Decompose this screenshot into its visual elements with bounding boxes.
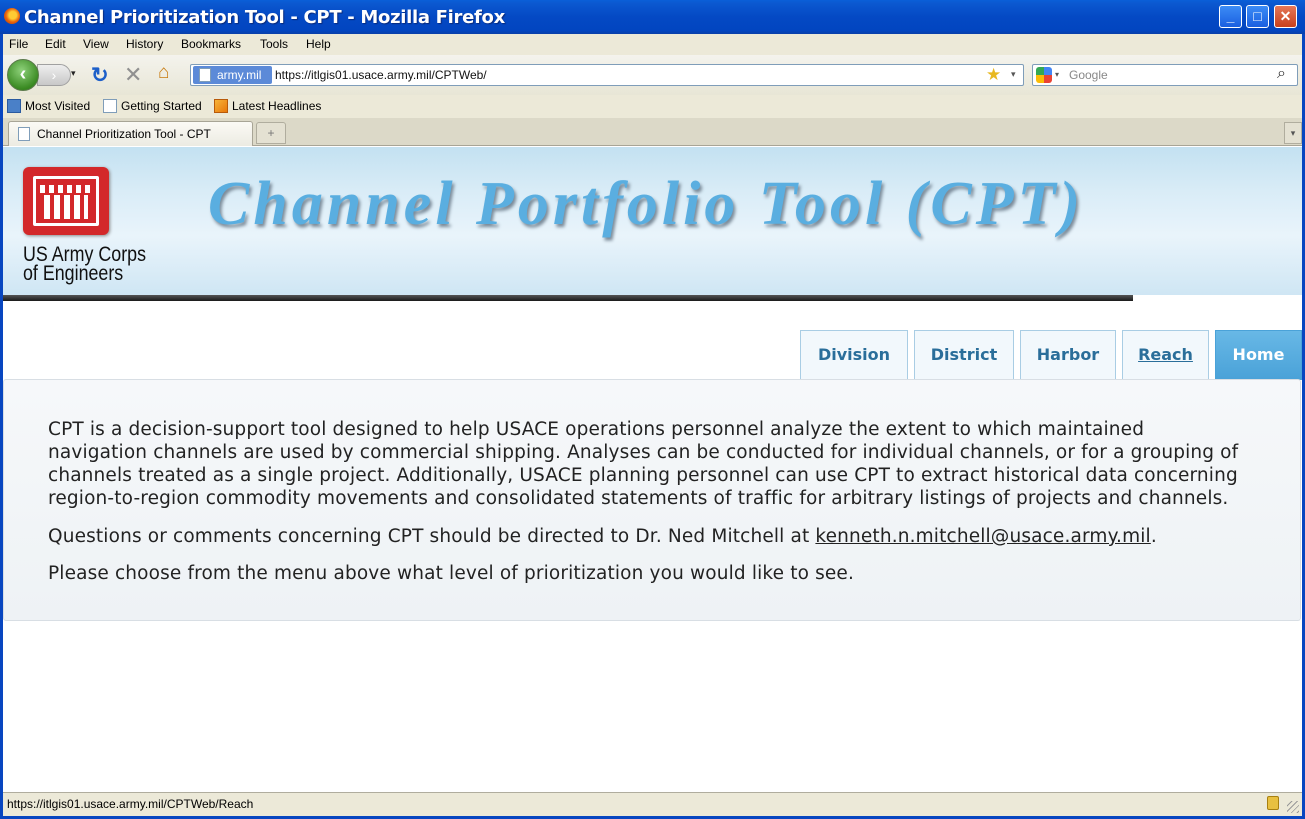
nav-home[interactable]: Home bbox=[1215, 330, 1302, 380]
banner-divider bbox=[3, 295, 1133, 301]
intro-panel: CPT is a decision-support tool designed … bbox=[3, 379, 1301, 621]
search-icon[interactable]: ⌕ bbox=[1277, 65, 1286, 83]
search-placeholder[interactable]: Google bbox=[1069, 68, 1108, 82]
banner-title: Channel Portfolio Tool (CPT) bbox=[208, 170, 1085, 238]
menu-history[interactable]: History bbox=[126, 37, 163, 51]
window-titlebar[interactable]: Channel Prioritization Tool - CPT - Mozi… bbox=[0, 0, 1305, 34]
engine-dropdown-icon[interactable]: ▾ bbox=[1055, 70, 1059, 79]
site-nav: Division District Harbor Reach Home bbox=[3, 330, 1302, 380]
contact-email-link[interactable]: kenneth.n.mitchell@usace.army.mil bbox=[815, 526, 1150, 547]
forward-button[interactable]: › bbox=[37, 64, 71, 86]
nav-harbor[interactable]: Harbor bbox=[1020, 330, 1116, 380]
history-dropdown-icon[interactable]: ▾ bbox=[71, 68, 76, 79]
most-visited-icon bbox=[7, 99, 21, 113]
tab-active[interactable]: Channel Prioritization Tool - CPT bbox=[8, 121, 253, 146]
google-icon[interactable] bbox=[1036, 67, 1052, 83]
page-content: US Army Corps of Engineers Channel Portf… bbox=[3, 147, 1302, 792]
menu-tools[interactable]: Tools bbox=[260, 37, 288, 51]
nav-district[interactable]: District bbox=[914, 330, 1014, 380]
list-all-tabs-button[interactable]: ▾ bbox=[1284, 122, 1302, 144]
nav-division[interactable]: Division bbox=[800, 330, 908, 380]
maximize-button[interactable]: □ bbox=[1246, 5, 1269, 28]
site-banner: US Army Corps of Engineers Channel Portf… bbox=[3, 147, 1302, 295]
org-name: US Army Corps of Engineers bbox=[23, 244, 146, 285]
address-bar[interactable]: army.mil https://itlgis01.usace.army.mil… bbox=[190, 64, 1024, 86]
page-icon bbox=[199, 68, 211, 82]
org-name-line2: of Engineers bbox=[23, 262, 124, 285]
bookmark-label: Getting Started bbox=[121, 99, 202, 113]
contact-text: Questions or comments concerning CPT sho… bbox=[48, 526, 816, 547]
bookmark-most-visited[interactable]: Most Visited bbox=[7, 99, 90, 113]
intro-paragraph: CPT is a decision-support tool designed … bbox=[48, 419, 1239, 509]
bookmark-label: Most Visited bbox=[25, 99, 91, 113]
page-icon bbox=[103, 99, 117, 113]
rss-icon bbox=[214, 99, 228, 113]
stop-icon[interactable]: ✕ bbox=[124, 62, 142, 88]
site-identity-label: army.mil bbox=[217, 68, 262, 82]
firefox-icon bbox=[4, 8, 20, 24]
bookmark-latest-headlines[interactable]: Latest Headlines bbox=[214, 99, 321, 113]
back-button[interactable]: ‹ bbox=[7, 59, 39, 91]
status-bar: https://itlgis01.usace.army.mil/CPTWeb/R… bbox=[3, 792, 1302, 816]
reload-icon[interactable]: ↻ bbox=[91, 63, 109, 88]
menu-help[interactable]: Help bbox=[306, 37, 331, 51]
bookmark-label: Latest Headlines bbox=[232, 99, 322, 113]
contact-paragraph: Questions or comments concerning CPT sho… bbox=[48, 525, 1248, 548]
menu-bar: File Edit View History Bookmarks Tools H… bbox=[3, 34, 1302, 55]
bookmark-getting-started[interactable]: Getting Started bbox=[103, 99, 202, 113]
instruction-paragraph: Please choose from the menu above what l… bbox=[48, 563, 854, 584]
url-text[interactable]: https://itlgis01.usace.army.mil/CPTWeb/ bbox=[275, 68, 487, 82]
menu-edit[interactable]: Edit bbox=[45, 37, 66, 51]
search-box[interactable]: ▾ Google ⌕ bbox=[1032, 64, 1298, 86]
new-tab-button[interactable]: + bbox=[256, 122, 286, 144]
page-icon bbox=[18, 127, 30, 141]
site-identity-button[interactable]: army.mil bbox=[193, 66, 272, 84]
minimize-button[interactable]: _ bbox=[1219, 5, 1242, 28]
lock-icon[interactable] bbox=[1267, 796, 1279, 810]
bookmarks-toolbar: Most Visited Getting Started Latest Head… bbox=[3, 95, 1302, 118]
close-button[interactable]: ✕ bbox=[1274, 5, 1297, 28]
tab-label: Channel Prioritization Tool - CPT bbox=[37, 127, 211, 141]
home-icon[interactable]: ⌂ bbox=[158, 62, 169, 84]
bookmark-star-icon[interactable]: ★ bbox=[986, 65, 1001, 85]
resize-grip-icon[interactable] bbox=[1287, 801, 1299, 813]
tab-strip: Channel Prioritization Tool - CPT + ▾ bbox=[3, 118, 1302, 146]
usace-castle-logo[interactable] bbox=[23, 167, 109, 235]
nav-reach[interactable]: Reach bbox=[1122, 330, 1209, 380]
menu-view[interactable]: View bbox=[83, 37, 109, 51]
url-dropdown-icon[interactable]: ▾ bbox=[1011, 69, 1016, 80]
navigation-toolbar: › ‹ ▾ ↻ ✕ ⌂ army.mil https://itlgis01.us… bbox=[3, 55, 1302, 95]
menu-file[interactable]: File bbox=[9, 37, 28, 51]
status-text: https://itlgis01.usace.army.mil/CPTWeb/R… bbox=[7, 797, 254, 811]
contact-suffix: . bbox=[1150, 526, 1157, 547]
castle-icon bbox=[33, 176, 99, 226]
window-title: Channel Prioritization Tool - CPT - Mozi… bbox=[24, 7, 505, 28]
menu-bookmarks[interactable]: Bookmarks bbox=[181, 37, 241, 51]
